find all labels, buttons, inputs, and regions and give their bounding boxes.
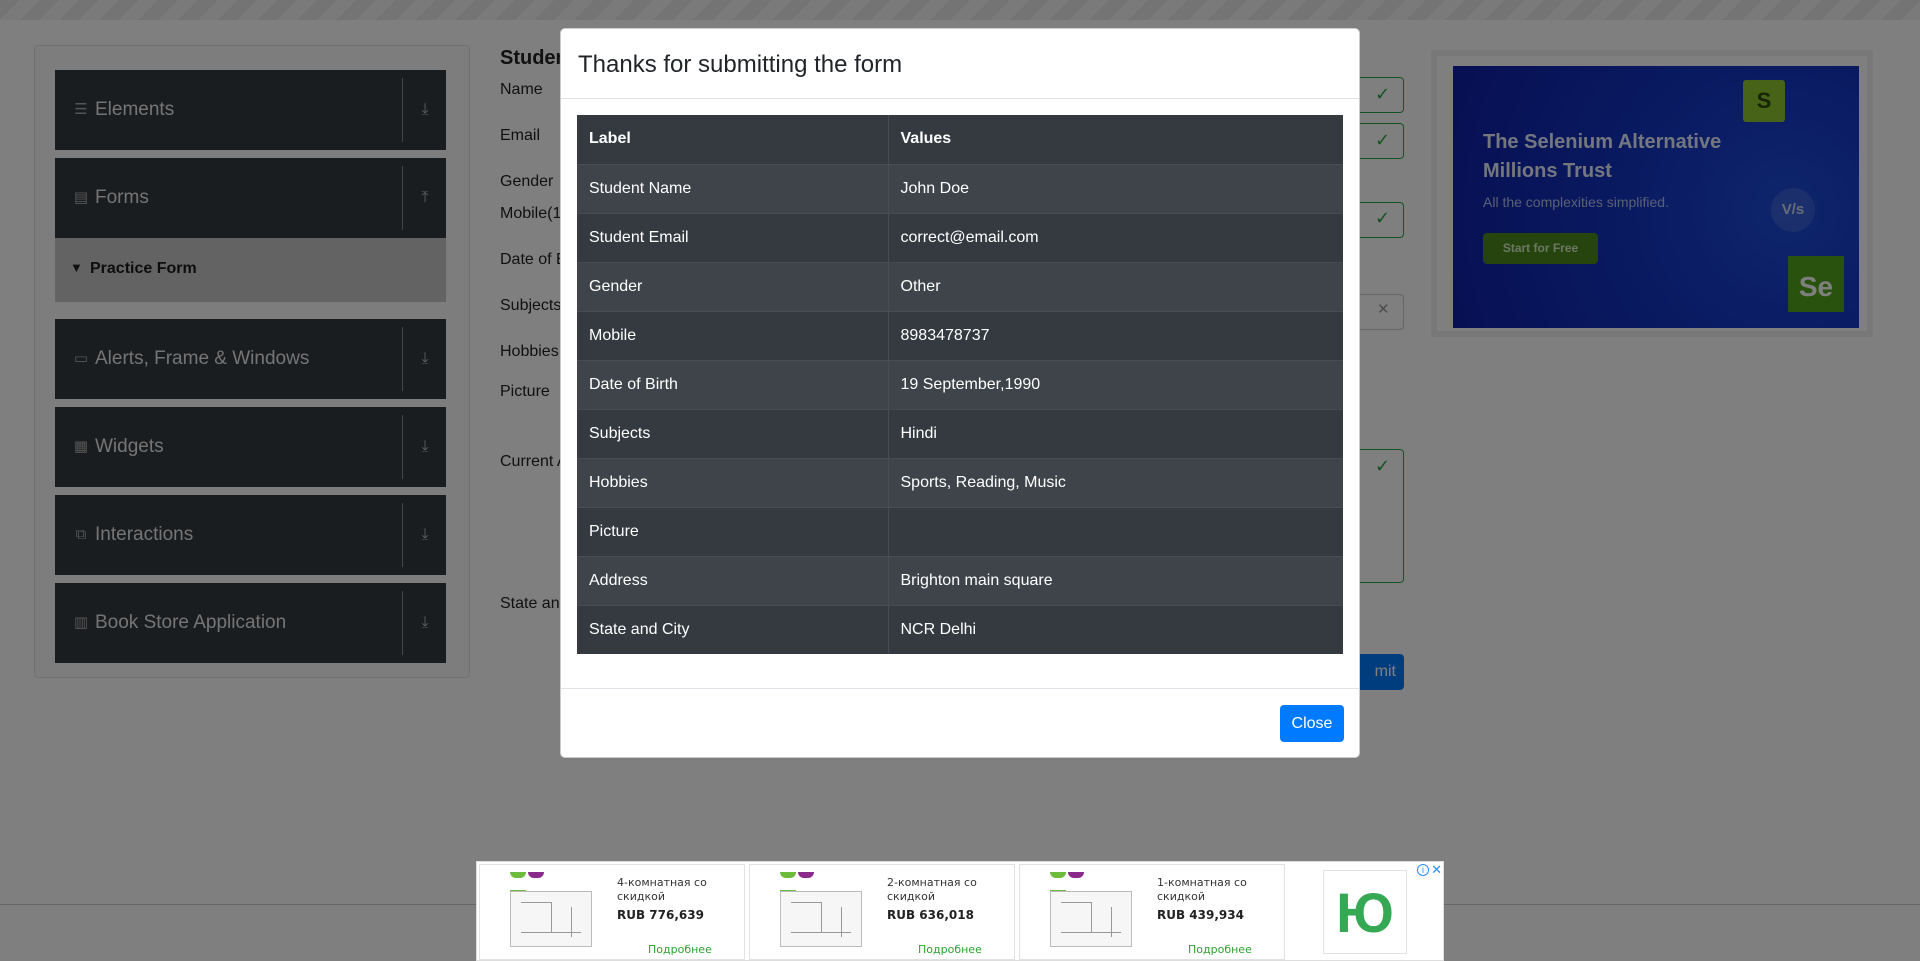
table-row: Date of Birth 19 September,1990 [577, 359, 1343, 409]
submission-modal: Thanks for submitting the form Label Val… [560, 28, 1360, 758]
row-label: Address [577, 555, 889, 605]
table-row: Hobbies Sports, Reading, Music [577, 457, 1343, 507]
floor-plan-image [780, 891, 862, 947]
floor-plan-image [1050, 891, 1132, 947]
row-label: Subjects [577, 408, 889, 458]
row-value: Sports, Reading, Music [888, 457, 1343, 507]
ad-card-more-link[interactable]: Подробнее [1188, 943, 1252, 956]
row-value: Hindi [888, 408, 1343, 458]
row-value [888, 506, 1343, 556]
ad-card-title: 1-комнатная со скидкой [1157, 876, 1247, 903]
ad-info-icon[interactable]: i [1417, 864, 1429, 876]
table-row: Address Brighton main square [577, 555, 1343, 605]
table-row: Mobile 8983478737 [577, 310, 1343, 360]
ad-card-stripe [1050, 865, 1102, 896]
row-label: State and City [577, 604, 889, 654]
table-row: Student Email correct@email.com [577, 212, 1343, 262]
row-value: Brighton main square [888, 555, 1343, 605]
row-value: 8983478737 [888, 310, 1343, 360]
row-label: Mobile [577, 310, 889, 360]
ad-card-title: 2-комнатная со скидкой [887, 876, 977, 903]
table-row: State and City NCR Delhi [577, 604, 1343, 654]
table-row: Picture [577, 506, 1343, 556]
row-value: 19 September,1990 [888, 359, 1343, 409]
results-table: Label Values Student Name John Doe Studen… [577, 115, 1343, 654]
row-value: Other [888, 261, 1343, 311]
ad-card-more-link[interactable]: Подробнее [918, 943, 982, 956]
row-label: Picture [577, 506, 889, 556]
close-button[interactable]: Close [1280, 705, 1344, 742]
ad-close-icon[interactable]: ✕ [1431, 862, 1442, 878]
row-label: Hobbies [577, 457, 889, 507]
row-label: Student Email [577, 212, 889, 262]
ad-card[interactable]: 4-комнатная со скидкой RUB 776,639 Подро… [479, 864, 745, 960]
table-header-row: Label Values [577, 115, 1343, 165]
ad-card-price: RUB 439,934 [1157, 908, 1244, 922]
table-row: Student Name John Doe [577, 163, 1343, 213]
modal-footer: Close [561, 688, 1359, 758]
floor-plan-image [510, 891, 592, 947]
modal-body: Label Values Student Name John Doe Studen… [577, 115, 1343, 654]
row-value: NCR Delhi [888, 604, 1343, 654]
modal-header: Thanks for submitting the form [561, 29, 1359, 99]
ad-card-stripe [510, 865, 562, 896]
bottom-advertisement[interactable]: 4-комнатная со скидкой RUB 776,639 Подро… [476, 861, 1444, 961]
brand-logo-icon[interactable]: Ю [1323, 870, 1407, 954]
row-value: correct@email.com [888, 212, 1343, 262]
ad-card-price: RUB 636,018 [887, 908, 974, 922]
row-value: John Doe [888, 163, 1343, 213]
row-label: Date of Birth [577, 359, 889, 409]
ad-card-stripe [780, 865, 832, 896]
ad-card-price: RUB 776,639 [617, 908, 704, 922]
table-row: Gender Other [577, 261, 1343, 311]
ad-card[interactable]: 1-комнатная со скидкой RUB 439,934 Подро… [1019, 864, 1285, 960]
modal-title: Thanks for submitting the form [578, 51, 903, 78]
row-label: Student Name [577, 163, 889, 213]
ad-card-title: 4-комнатная со скидкой [617, 876, 707, 903]
column-header-label: Label [577, 115, 889, 165]
ad-card[interactable]: 2-комнатная со скидкой RUB 636,018 Подро… [749, 864, 1015, 960]
row-label: Gender [577, 261, 889, 311]
table-row: Subjects Hindi [577, 408, 1343, 458]
column-header-values: Values [888, 115, 1343, 165]
ad-card-more-link[interactable]: Подробнее [648, 943, 712, 956]
